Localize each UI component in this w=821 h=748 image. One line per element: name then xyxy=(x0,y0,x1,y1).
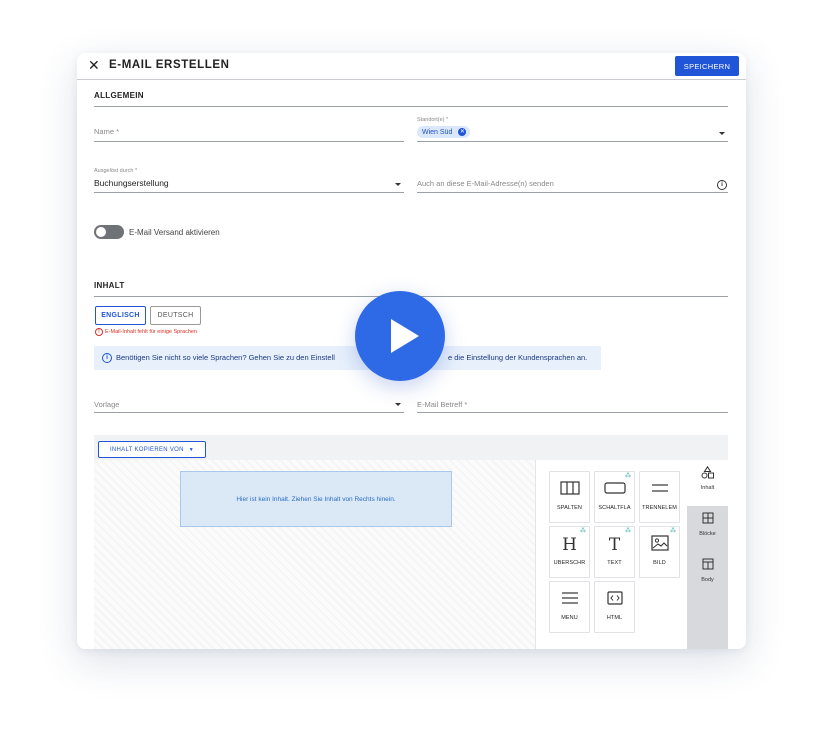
trigger-label: Ausgelöst durch * xyxy=(94,168,138,174)
menu-icon xyxy=(550,590,589,610)
block-divider[interactable]: TRENNELEM xyxy=(639,471,680,523)
play-icon xyxy=(391,319,419,353)
language-info-banner: i Benötigen Sie nicht so viele Sprachen?… xyxy=(94,346,601,370)
block-html[interactable]: HTML xyxy=(594,581,635,633)
block-button[interactable]: ⁂ SCHALTFLÄ xyxy=(594,471,635,523)
trigger-underline xyxy=(94,192,404,193)
section-title-general: ALLGEMEIN xyxy=(94,91,144,100)
info-icon: i xyxy=(102,353,112,363)
tab-language-german[interactable]: DEUTSCH xyxy=(150,306,201,325)
sparkle-icon: ⁂ xyxy=(580,528,586,534)
location-chip[interactable]: Wien Süd ✕ xyxy=(417,126,471,138)
missing-content-error: E-Mail-Inhalt fehlt für einige Sprachen xyxy=(105,329,198,335)
template-dropdown-icon[interactable] xyxy=(395,403,401,406)
template-underline xyxy=(94,412,404,413)
side-tab-label: Body xyxy=(701,577,714,583)
layout-icon xyxy=(687,558,728,573)
block-label: MENÜ xyxy=(561,615,578,621)
sparkle-icon: ⁂ xyxy=(625,473,631,479)
subject-placeholder: E-Mail Betreff * xyxy=(417,400,468,409)
side-tab-label: Inhalt xyxy=(700,485,715,491)
toggle-knob xyxy=(96,227,106,237)
block-label: TEXT xyxy=(607,560,622,566)
close-icon[interactable]: ✕ xyxy=(88,58,100,72)
banner-text-left: Benötigen Sie nicht so viele Sprachen? G… xyxy=(116,353,335,362)
text-icon: T xyxy=(608,535,621,555)
play-button[interactable] xyxy=(355,291,445,381)
builder-side-tabs: Inhalt Blöcke Body xyxy=(687,460,728,649)
cc-email-underline xyxy=(417,192,728,193)
cc-email-placeholder: Auch an diese E-Mail-Adresse(n) senden xyxy=(417,179,554,188)
subject-underline xyxy=(417,412,728,413)
trigger-value: Buchungserstellung xyxy=(94,178,169,188)
button-icon xyxy=(595,480,634,500)
dialog-header: ✕ E-MAIL ERSTELLEN SPEICHERN xyxy=(77,53,746,79)
shapes-icon xyxy=(687,465,728,482)
location-label: Standort(e) * xyxy=(417,117,449,123)
block-label: SPALTEN xyxy=(557,505,582,511)
image-icon xyxy=(640,535,679,556)
html-icon xyxy=(595,590,634,610)
error-icon: ! xyxy=(95,328,103,336)
block-label: BILD xyxy=(653,560,666,566)
section-title-content: INHALT xyxy=(94,281,125,290)
block-label: TRENNELEM xyxy=(642,505,677,511)
block-columns[interactable]: SPALTEN xyxy=(549,471,590,523)
content-blocks-panel: SPALTEN ⁂ SCHALTFLÄ TRENNELEM ⁂ H ÜBERSC… xyxy=(535,460,688,649)
tab-language-english[interactable]: ENGLISCH xyxy=(95,306,146,325)
block-label: SCHALTFLÄ xyxy=(598,505,631,511)
name-underline xyxy=(94,141,404,142)
heading-icon: H xyxy=(562,535,577,555)
banner-text-right: e die Einstellung der Kundensprachen an. xyxy=(448,353,588,362)
location-chip-label: Wien Süd xyxy=(422,128,453,136)
block-menu[interactable]: MENÜ xyxy=(549,581,590,633)
copy-content-label: INHALT KOPIEREN VON xyxy=(109,446,184,453)
columns-icon xyxy=(550,480,589,500)
empty-dropzone[interactable]: Hier ist kein Inhalt. Ziehen Sie Inhalt … xyxy=(180,471,452,527)
dropzone-message: Hier ist kein Inhalt. Ziehen Sie Inhalt … xyxy=(236,495,396,503)
save-button[interactable]: SPEICHERN xyxy=(675,56,739,76)
block-heading[interactable]: ⁂ H ÜBERSCHR xyxy=(549,526,590,578)
dialog-title: E-MAIL ERSTELLEN xyxy=(109,59,230,71)
sparkle-icon: ⁂ xyxy=(625,528,631,534)
block-text[interactable]: ⁂ T TEXT xyxy=(594,526,635,578)
sparkle-icon: ⁂ xyxy=(670,528,676,534)
section-divider-general xyxy=(94,106,728,107)
copy-content-button[interactable]: INHALT KOPIEREN VON ▼ xyxy=(98,441,206,458)
block-label: ÜBERSCHR xyxy=(553,560,586,566)
side-tab-label: Blöcke xyxy=(699,531,716,537)
send-toggle[interactable] xyxy=(94,225,124,239)
side-tab-blocks[interactable]: Blöcke xyxy=(687,506,728,552)
side-tab-content[interactable]: Inhalt xyxy=(687,460,728,506)
template-placeholder: Vorlage xyxy=(94,400,120,409)
chevron-down-icon: ▼ xyxy=(188,446,195,453)
send-toggle-label: E-Mail Versand aktivieren xyxy=(129,228,220,237)
block-label: HTML xyxy=(606,615,623,621)
side-tab-body[interactable]: Body xyxy=(687,552,728,598)
chip-remove-icon[interactable]: ✕ xyxy=(458,128,467,136)
divider-icon xyxy=(640,480,679,500)
block-image[interactable]: ⁂ BILD xyxy=(639,526,680,578)
info-icon[interactable]: i xyxy=(717,180,727,190)
location-underline xyxy=(417,141,728,142)
header-divider xyxy=(77,79,746,80)
name-placeholder: Name * xyxy=(94,127,120,136)
location-dropdown-icon[interactable] xyxy=(719,132,725,135)
trigger-dropdown-icon[interactable] xyxy=(395,183,401,186)
blocks-icon xyxy=(687,512,728,527)
